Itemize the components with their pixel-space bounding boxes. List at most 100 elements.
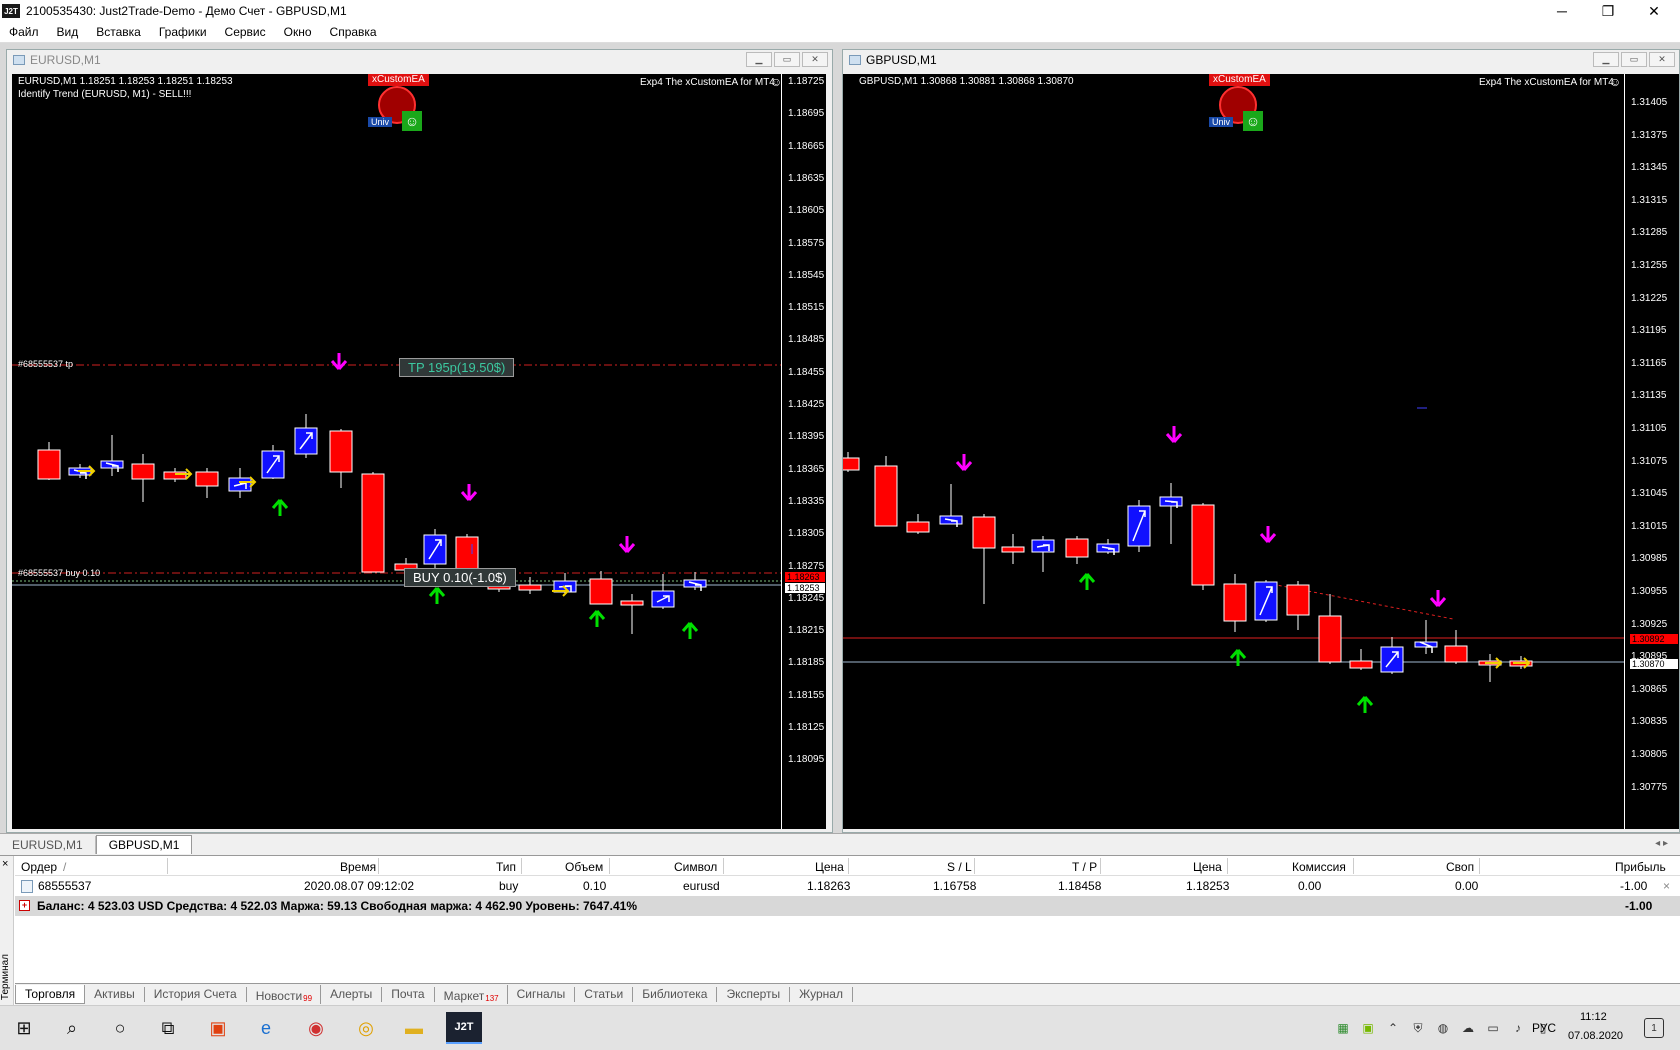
tab-assets[interactable]: Активы bbox=[85, 987, 145, 1002]
price-axis[interactable]: 1.18725 1.18695 1.18665 1.18635 1.18605 1.185… bbox=[781, 74, 826, 829]
tp-line-label: #68555537 tp bbox=[18, 359, 74, 369]
tab-alerts[interactable]: Алерты bbox=[321, 987, 383, 1002]
terminal-header-row: Ордер / Время Тип Объем Символ Цена S / … bbox=[15, 856, 1680, 876]
clock-date[interactable]: 07.08.2020 bbox=[1568, 1030, 1623, 1042]
col-symbol[interactable]: Символ bbox=[674, 860, 717, 874]
menu-file[interactable]: Файл bbox=[0, 25, 48, 39]
clock-time[interactable]: 11:12 bbox=[1580, 1011, 1607, 1023]
col-order[interactable]: Ордер bbox=[21, 860, 57, 874]
price-tick: 1.18275 bbox=[788, 560, 825, 572]
order-close-icon[interactable]: × bbox=[1663, 879, 1670, 893]
menu-insert[interactable]: Вставка bbox=[87, 25, 150, 39]
chart-window-gbpusd[interactable]: GBPUSD,M1 ▁ ▭ ✕ 1.31405 1.31375 1.31345 1.3… bbox=[842, 49, 1680, 833]
chart-window-eurusd[interactable]: EURUSD,M1 ▁ ▭ ✕ 1.18725 1.18695 1.18665 1.1… bbox=[6, 49, 833, 833]
network-icon[interactable]: ▭ bbox=[1485, 1020, 1501, 1036]
terminal-close-icon[interactable]: × bbox=[2, 858, 8, 870]
up-arrow-icon bbox=[1356, 696, 1374, 713]
close-button[interactable]: ✕ bbox=[1631, 0, 1677, 22]
price-tick: 1.18425 bbox=[788, 399, 825, 410]
chart-tab-gbpusd[interactable]: GBPUSD,M1 bbox=[95, 835, 193, 854]
tray-app-icon[interactable]: ▦ bbox=[1335, 1020, 1351, 1036]
chart-close-button[interactable]: ✕ bbox=[802, 52, 828, 67]
gbpusd-chart-canvas[interactable]: 1.31405 1.31375 1.31345 1.31315 1.31285 1.312… bbox=[843, 74, 1679, 829]
menu-help[interactable]: Справка bbox=[321, 25, 386, 39]
chart-window-titlebar[interactable]: EURUSD,M1 bbox=[7, 50, 832, 70]
candle-body bbox=[329, 430, 353, 473]
tab-articles[interactable]: Статьи bbox=[575, 987, 634, 1002]
candle-body bbox=[1001, 546, 1025, 553]
chart-minimize-button[interactable]: ▁ bbox=[746, 52, 772, 67]
tab-mail[interactable]: Почта bbox=[382, 987, 435, 1002]
col-time[interactable]: Время bbox=[340, 860, 376, 874]
terminal-tabs: Торговля Активы История Счета Новости99 … bbox=[15, 983, 1680, 1005]
market-count-badge: 137 bbox=[485, 994, 499, 1003]
tp-box[interactable]: TP 195p(19.50$) bbox=[399, 358, 515, 377]
browser-icon[interactable]: ◎ bbox=[350, 1012, 382, 1044]
chart-tab-eurusd[interactable]: EURUSD,M1 bbox=[0, 836, 96, 854]
language-indicator[interactable]: РУС bbox=[1532, 1021, 1556, 1035]
candle-body bbox=[195, 471, 219, 487]
col-volume[interactable]: Объем bbox=[565, 860, 603, 874]
news-count-badge: 99 bbox=[303, 994, 313, 1003]
tab-market[interactable]: Маркет137 bbox=[435, 985, 508, 1004]
candle-body bbox=[1286, 584, 1310, 616]
col-sl[interactable]: S / L bbox=[947, 860, 972, 874]
price-axis[interactable]: 1.31405 1.31375 1.31345 1.31315 1.31285 1.312… bbox=[1624, 74, 1679, 829]
smiley-icon: ☺ bbox=[1609, 75, 1622, 89]
col-commission[interactable]: Комиссия bbox=[1292, 860, 1346, 874]
menu-window[interactable]: Окно bbox=[275, 25, 321, 39]
tab-experts[interactable]: Эксперты bbox=[717, 987, 791, 1002]
col-profit[interactable]: Прибыль bbox=[1615, 860, 1666, 874]
edge-icon[interactable]: e bbox=[250, 1012, 282, 1044]
chart-minimize-button[interactable]: ▁ bbox=[1593, 52, 1619, 67]
price-tick: 1.31165 bbox=[1631, 357, 1667, 369]
chart-maximize-button[interactable]: ▭ bbox=[1621, 52, 1647, 67]
security-icon[interactable]: ⛨ bbox=[1410, 1020, 1426, 1036]
col-swap[interactable]: Своп bbox=[1446, 860, 1474, 874]
nvidia-icon[interactable]: ▣ bbox=[1360, 1020, 1376, 1036]
eurusd-chart-canvas[interactable]: 1.18725 1.18695 1.18665 1.18635 1.18605 1.185… bbox=[12, 74, 826, 829]
file-explorer-icon[interactable]: ▬ bbox=[398, 1012, 430, 1044]
order-price: 1.18253 bbox=[1186, 879, 1230, 893]
tab-library[interactable]: Библиотека bbox=[633, 987, 718, 1002]
tab-journal[interactable]: Журнал bbox=[790, 987, 853, 1002]
col-tp[interactable]: T / P bbox=[1072, 860, 1097, 874]
j2t-app-icon[interactable]: J2T bbox=[446, 1012, 482, 1044]
chrome-icon[interactable]: ◉ bbox=[300, 1012, 332, 1044]
candle-body bbox=[620, 600, 644, 606]
tab-history[interactable]: История Счета bbox=[145, 987, 247, 1002]
chart-window-titlebar[interactable]: GBPUSD,M1 bbox=[843, 50, 1679, 70]
tab-signals[interactable]: Сигналы bbox=[508, 987, 576, 1002]
menu-tools[interactable]: Сервис bbox=[216, 25, 275, 39]
chart-maximize-button[interactable]: ▭ bbox=[774, 52, 800, 67]
cortana-icon[interactable]: ○ bbox=[104, 1012, 136, 1044]
office-icon[interactable]: ▣ bbox=[202, 1012, 234, 1044]
task-view-icon[interactable]: ⧉ bbox=[152, 1012, 184, 1044]
minimize-button[interactable]: ─ bbox=[1539, 0, 1585, 22]
volume-icon[interactable]: ♪ bbox=[1510, 1020, 1526, 1036]
expand-icon[interactable]: + bbox=[19, 900, 30, 911]
tab-trade[interactable]: Торговля bbox=[15, 985, 86, 1004]
menu-charts[interactable]: Графики bbox=[150, 25, 216, 39]
chart-close-button[interactable]: ✕ bbox=[1649, 52, 1675, 67]
steam-icon[interactable]: ◍ bbox=[1435, 1020, 1451, 1036]
buy-box[interactable]: BUY 0.10(-1.0$) bbox=[404, 568, 516, 587]
chart-tabs-scroll-icon[interactable]: ◂ ▸ bbox=[1655, 838, 1668, 849]
ea-badge[interactable]: xCustomEA bbox=[1209, 74, 1270, 86]
cloud-icon[interactable]: ☁ bbox=[1460, 1020, 1476, 1036]
price-tick: 1.18365 bbox=[788, 463, 825, 475]
col-type[interactable]: Тип bbox=[496, 860, 516, 874]
current-price-tag: 1.30870 bbox=[1630, 659, 1678, 669]
ea-label: Exp4 The xCustomEA for MT4 bbox=[640, 77, 775, 88]
col-price[interactable]: Цена bbox=[815, 860, 844, 874]
notification-icon[interactable]: 1 bbox=[1644, 1018, 1664, 1038]
start-windows-icon[interactable]: ⊞ bbox=[8, 1012, 40, 1044]
maximize-button[interactable]: ❐ bbox=[1585, 0, 1631, 22]
tab-news[interactable]: Новости99 bbox=[247, 985, 322, 1004]
order-row[interactable]: 68555537 2020.08.07 09:12:02 buy 0.10 eu… bbox=[15, 876, 1680, 896]
tray-expand-icon[interactable]: ⌃ bbox=[1385, 1020, 1401, 1036]
col-price2[interactable]: Цена bbox=[1193, 860, 1222, 874]
ea-badge[interactable]: xCustomEA bbox=[368, 74, 429, 86]
menu-view[interactable]: Вид bbox=[48, 25, 88, 39]
search-icon[interactable]: ⌕ bbox=[56, 1012, 88, 1044]
